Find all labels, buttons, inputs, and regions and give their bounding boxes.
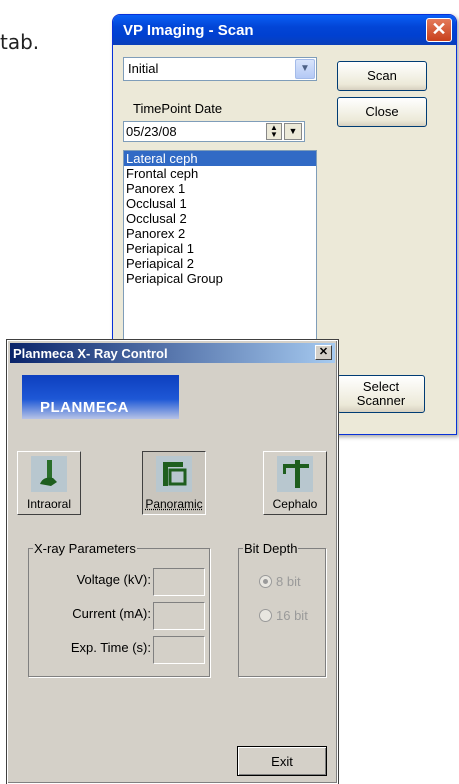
voltage-label: Voltage (kV): <box>76 572 151 587</box>
radio-16bit[interactable]: 16 bit <box>259 608 308 623</box>
list-item-selected[interactable]: Lateral ceph <box>124 151 316 166</box>
dropdown-value: Initial <box>128 61 159 76</box>
list-item[interactable]: Occlusal 1 <box>124 196 316 211</box>
bit-depth-legend: Bit Depth <box>244 541 298 556</box>
chevron-down-icon[interactable]: ▼ <box>295 59 315 79</box>
exit-button[interactable]: Exit <box>237 746 327 776</box>
planmeca-window-title: Planmeca X- Ray Control <box>13 345 168 361</box>
list-item[interactable]: Periapical 2 <box>124 256 316 271</box>
intraoral-icon <box>31 456 67 492</box>
exposure-label: Exp. Time (s): <box>70 640 151 655</box>
bit-depth-group: Bit Depth 8 bit 16 bit <box>238 541 326 677</box>
xray-parameters-group: X-ray Parameters Voltage (kV): Current (… <box>28 541 210 677</box>
vp-window-title: VP Imaging - Scan <box>123 21 254 39</box>
date-value: 05/23/08 <box>126 124 177 139</box>
calendar-dropdown-icon[interactable]: ▼ <box>284 123 302 140</box>
planmeca-title-bar[interactable]: Planmeca X- Ray Control ✕ <box>10 343 335 363</box>
cephalo-icon <box>277 456 313 492</box>
intraoral-label: Intraoral <box>26 497 72 511</box>
cephalo-button[interactable]: Cephalo <box>263 451 327 515</box>
current-label: Current (mA): <box>72 606 151 621</box>
list-item[interactable]: Panorex 2 <box>124 226 316 241</box>
list-item[interactable]: Occlusal 2 <box>124 211 316 226</box>
voltage-row: Voltage (kV): <box>29 566 209 596</box>
exposure-value-box <box>153 636 205 664</box>
planmeca-logo: PLANMECA <box>22 375 179 419</box>
scan-button[interactable]: Scan <box>337 61 427 91</box>
cephalo-label: Cephalo <box>272 497 318 511</box>
panoramic-icon <box>156 456 192 492</box>
panoramic-label: Panoramic <box>145 497 203 511</box>
current-value-box <box>153 602 205 630</box>
vp-title-bar[interactable]: VP Imaging - Scan ✕ <box>113 15 456 45</box>
radio-selected-icon <box>259 575 272 588</box>
timepoint-date-picker[interactable]: 05/23/08 ▲ ▼ ▼ <box>123 121 305 142</box>
list-item[interactable]: Panorex 1 <box>124 181 316 196</box>
planmeca-xray-window: Planmeca X- Ray Control ✕ PLANMECA Intra… <box>6 339 339 784</box>
vp-close-icon[interactable]: ✕ <box>426 18 452 42</box>
radio-unselected-icon <box>259 609 272 622</box>
list-item[interactable]: Frontal ceph <box>124 166 316 181</box>
select-scanner-label: Select Scanner <box>356 379 406 408</box>
xray-parameters-legend: X-ray Parameters <box>34 541 136 556</box>
panoramic-button[interactable]: Panoramic <box>142 451 206 515</box>
list-item[interactable]: Periapical Group <box>124 271 316 286</box>
current-row: Current (mA): <box>29 600 209 630</box>
logo-text: PLANMECA <box>40 399 129 416</box>
planmeca-close-icon[interactable]: ✕ <box>315 345 332 360</box>
list-item[interactable]: Periapical 1 <box>124 241 316 256</box>
intraoral-button[interactable]: Intraoral <box>17 451 81 515</box>
spin-updown-icon[interactable]: ▲ ▼ <box>266 123 282 140</box>
select-scanner-button[interactable]: Select Scanner <box>337 375 425 413</box>
radio-16bit-label: 16 bit <box>276 608 308 623</box>
radio-8bit-label: 8 bit <box>276 574 301 589</box>
timepoint-type-dropdown[interactable]: Initial ▼ <box>123 57 317 81</box>
exposure-row: Exp. Time (s): <box>29 634 209 664</box>
close-button[interactable]: Close <box>337 97 427 127</box>
radio-8bit[interactable]: 8 bit <box>259 574 301 589</box>
voltage-value-box <box>153 568 205 596</box>
background-page-text: tab. <box>0 30 40 54</box>
timepoint-date-label: TimePoint Date <box>133 101 223 116</box>
